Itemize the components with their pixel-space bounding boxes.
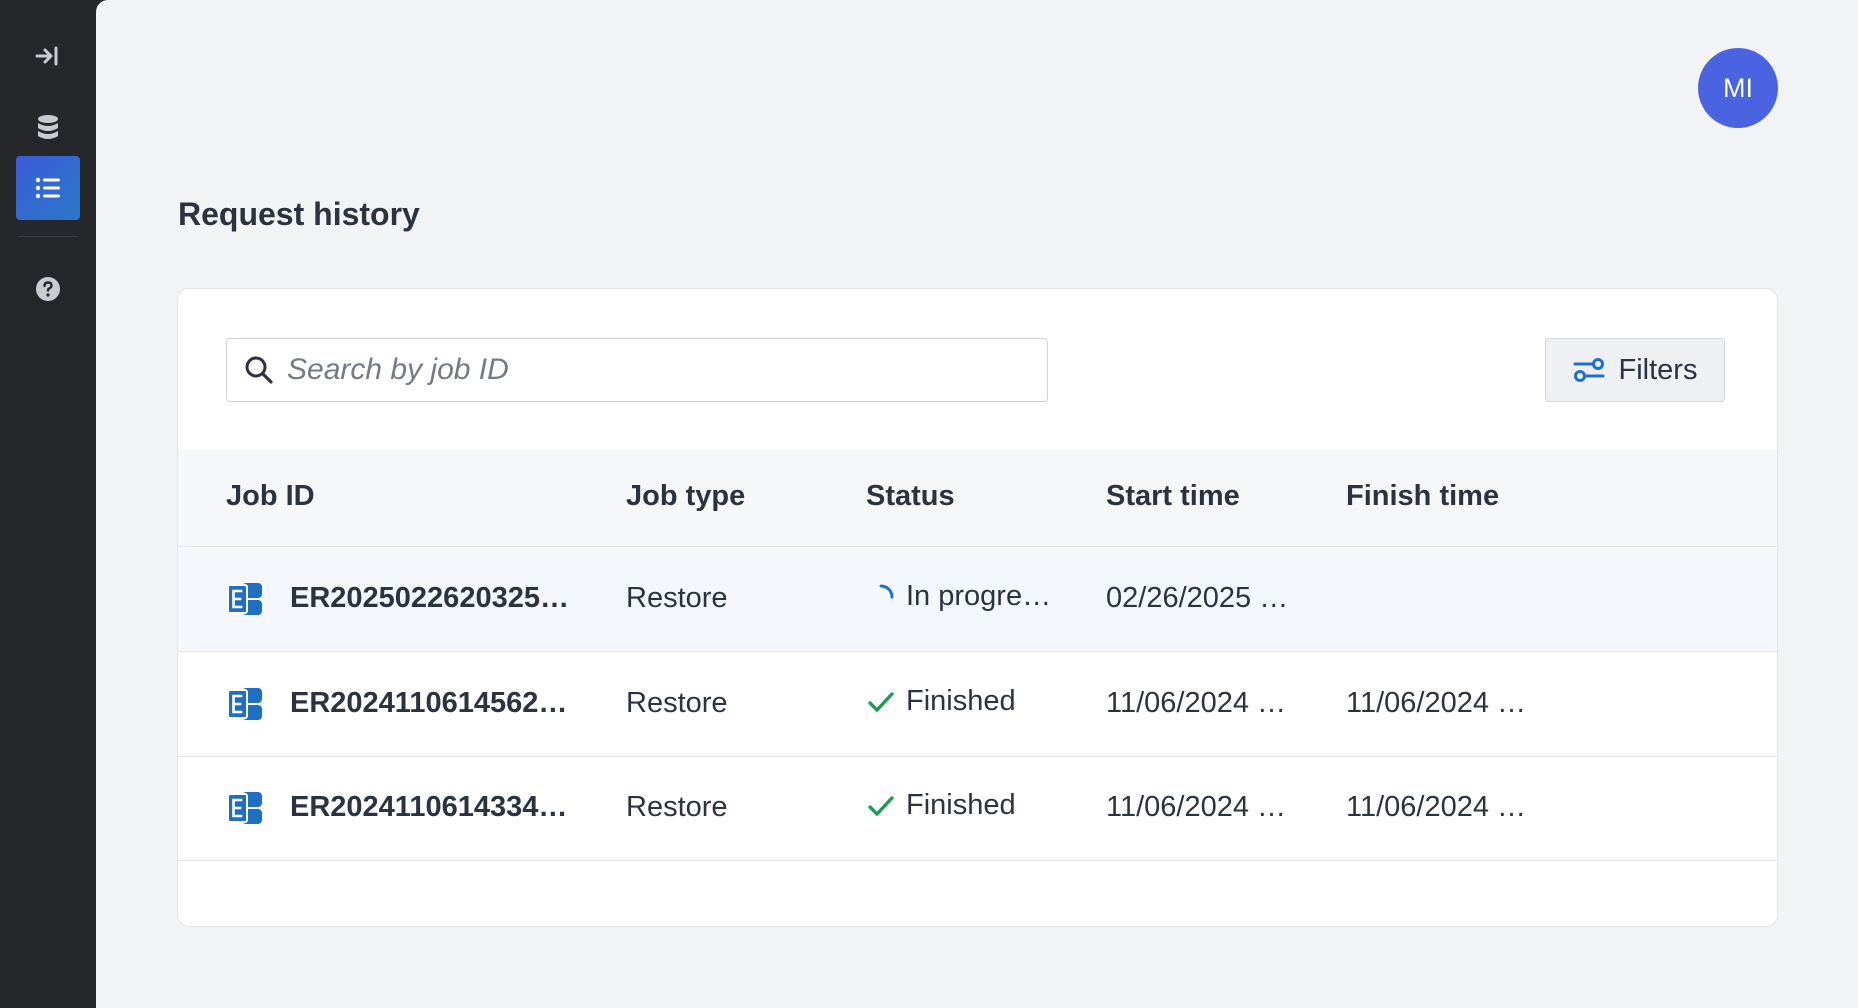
status-text: Finished — [906, 789, 1016, 821]
search-icon — [243, 354, 275, 386]
filters-icon — [1573, 358, 1605, 382]
sidebar-item-help[interactable] — [16, 257, 80, 321]
start-time-cell: 11/06/2024 2… — [1106, 687, 1292, 719]
sidebar-item-data[interactable] — [16, 96, 80, 160]
status-cell: In progres… — [866, 580, 1056, 613]
table-row[interactable]: ER202411061456239… Restore Finished 11/0… — [178, 653, 1777, 757]
exchange-icon — [227, 688, 262, 720]
sidebar-divider — [18, 236, 78, 237]
check-icon — [868, 691, 894, 712]
column-header-job-type[interactable]: Job type — [626, 480, 745, 513]
status-cell: Finished — [866, 789, 1016, 822]
spinner-icon — [879, 584, 894, 598]
column-header-start-time[interactable]: Start time — [1106, 480, 1240, 513]
job-id-cell: ER202502262032552… — [290, 582, 578, 614]
status-text: Finished — [906, 685, 1016, 717]
exchange-icon — [227, 583, 262, 615]
job-type-cell: Restore — [626, 791, 728, 823]
start-time-cell: 11/06/2024 2… — [1106, 791, 1292, 823]
filters-label: Filters — [1618, 353, 1698, 386]
page-title: Request history — [178, 196, 420, 232]
filters-button[interactable]: Filters — [1545, 338, 1725, 402]
search-input[interactable] — [287, 350, 1027, 390]
job-type-cell: Restore — [626, 687, 728, 719]
sidebar-item-request-history[interactable] — [16, 156, 80, 220]
expand-sidebar-icon — [35, 46, 58, 66]
start-time-cell: 02/26/2025 8… — [1106, 582, 1292, 614]
column-header-job-id[interactable]: Job ID — [226, 480, 315, 513]
avatar-initials: MI — [1723, 72, 1753, 103]
table-row[interactable]: ER202502262032552… Restore In progres… 0… — [178, 548, 1777, 652]
status-text: In progres… — [906, 580, 1056, 612]
finish-time-cell: 11/06/2024 2… — [1346, 687, 1532, 719]
job-id-cell: ER202411061456239… — [290, 687, 578, 719]
sidebar-expand-button[interactable] — [16, 24, 80, 88]
column-header-status[interactable]: Status — [866, 480, 955, 513]
request-history-card: Filters Job ID Job type Status Start tim… — [177, 288, 1778, 927]
finish-time-cell: 11/06/2024 2… — [1346, 791, 1532, 823]
job-type-cell: Restore — [626, 582, 728, 614]
avatar[interactable]: MI — [1698, 48, 1778, 128]
exchange-icon — [227, 792, 262, 824]
job-id-cell: ER202411061433475… — [290, 791, 578, 823]
status-cell: Finished — [866, 685, 1016, 718]
table-header: Job ID Job type Status Start time Finish… — [178, 450, 1777, 547]
search-box[interactable] — [226, 338, 1048, 402]
help-icon — [36, 277, 60, 301]
database-icon — [38, 115, 58, 139]
list-icon — [35, 177, 60, 199]
table-row[interactable]: ER202411061433475… Restore Finished 11/0… — [178, 757, 1777, 861]
check-icon — [868, 795, 894, 816]
column-header-finish-time[interactable]: Finish time — [1346, 480, 1499, 513]
main-content: MI Request history Filters Job ID — [96, 0, 1858, 1008]
sidebar — [0, 0, 96, 1008]
